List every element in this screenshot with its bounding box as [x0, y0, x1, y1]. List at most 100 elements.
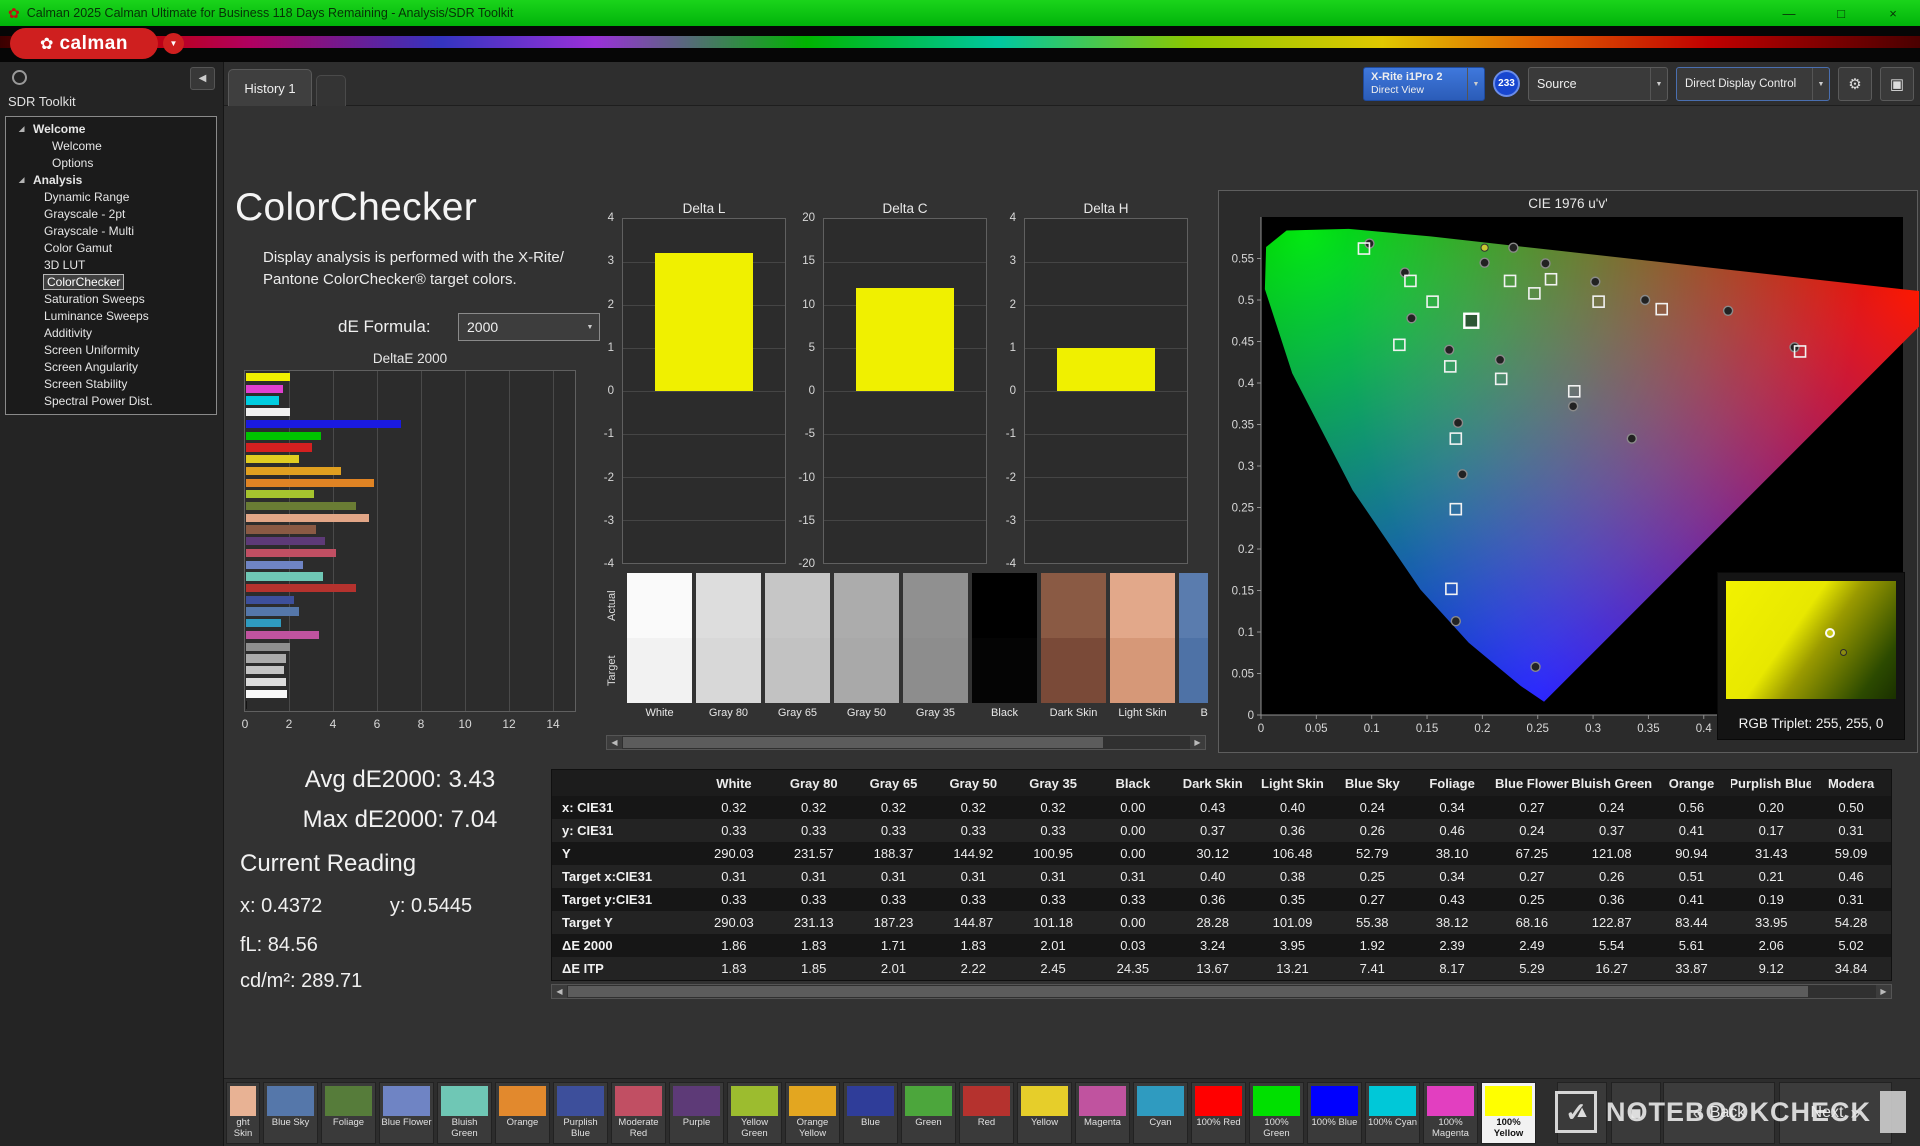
patch-button-100-blue[interactable]: 100% Blue: [1307, 1082, 1362, 1144]
scroll-left-button[interactable]: ◀: [607, 736, 622, 749]
target-swatch: [903, 638, 968, 703]
maximize-button[interactable]: □: [1832, 6, 1850, 21]
scroll-right-button[interactable]: ▶: [1876, 985, 1891, 998]
patch-button-100-yellow[interactable]: 100% Yellow: [1481, 1082, 1536, 1144]
swatch-scrollbar[interactable]: ◀ ▶: [606, 735, 1206, 750]
window-layout-button[interactable]: ▣: [1880, 67, 1914, 101]
current-x: x: 0.4372: [240, 895, 322, 917]
patch-button-yellow[interactable]: Yellow: [1017, 1082, 1072, 1144]
patch-button-ght-skin[interactable]: ght Skin: [226, 1082, 260, 1144]
next-button[interactable]: Next »: [1779, 1082, 1892, 1144]
source-dropdown[interactable]: Source ▼: [1528, 67, 1668, 101]
sidebar-item-luminance-sweeps[interactable]: Luminance Sweeps: [6, 308, 216, 325]
sidebar-item-options[interactable]: Options: [6, 155, 216, 172]
sidebar-item-welcome[interactable]: Welcome: [6, 138, 216, 155]
table-cell: 0.56: [1652, 796, 1732, 819]
sidebar-item-screen-stability[interactable]: Screen Stability: [6, 376, 216, 393]
sidebar-item-grayscale-2pt[interactable]: Grayscale - 2pt: [6, 206, 216, 223]
deltae-bar-orange-yellow: [246, 467, 341, 475]
patch-button-100-magenta[interactable]: 100% Magenta: [1423, 1082, 1478, 1144]
scroll-right-button[interactable]: ▶: [1190, 736, 1205, 749]
minimize-button[interactable]: —: [1780, 6, 1798, 21]
axis-tick-label: 2: [1010, 299, 1016, 311]
deltae-bar-100-green: [246, 432, 321, 440]
patch-swatch: [1079, 1086, 1126, 1116]
arrow-left-icon: ◀: [556, 987, 562, 996]
deltae-bar-blue-sky: [246, 607, 299, 615]
patch-swatch: [963, 1086, 1010, 1116]
sidebar-item-saturation-sweeps[interactable]: Saturation Sweeps: [6, 291, 216, 308]
logo-dropdown-button[interactable]: ▼: [163, 33, 184, 54]
scrollbar-thumb[interactable]: [568, 986, 1808, 997]
table-cell: 0.40: [1253, 796, 1333, 819]
tree-expander-icon[interactable]: ◢: [19, 172, 24, 189]
sidebar-item-screen-angularity[interactable]: Screen Angularity: [6, 359, 216, 376]
patch-button-purplish-blue[interactable]: Purplish Blue: [553, 1082, 608, 1144]
strip-expand-button[interactable]: ▲: [1557, 1082, 1607, 1144]
new-tab-button[interactable]: [316, 75, 346, 106]
tree-expander-icon[interactable]: ◢: [19, 121, 24, 138]
sidebar: ◀ SDR Toolkit ◢WelcomeWelcomeOptions◢Ana…: [0, 62, 224, 1146]
patch-button-moderate-red[interactable]: Moderate Red: [611, 1082, 666, 1144]
meter-name: X-Rite i1Pro 2: [1371, 71, 1467, 85]
target-swatch: [972, 638, 1037, 703]
settings-button[interactable]: ⚙: [1838, 67, 1872, 101]
tab-history-1[interactable]: History 1: [228, 69, 312, 106]
patch-swatch: [267, 1086, 314, 1116]
sidebar-item-spectral-power-dist[interactable]: Spectral Power Dist.: [6, 393, 216, 410]
deltae-bar-100-blue: [246, 420, 401, 428]
patch-button-orange[interactable]: Orange: [495, 1082, 550, 1144]
measured-point: [1454, 418, 1463, 427]
close-button[interactable]: ×: [1884, 6, 1902, 21]
sidebar-item-3d-lut[interactable]: 3D LUT: [6, 257, 216, 274]
patch-button-purple[interactable]: Purple: [669, 1082, 724, 1144]
sidebar-item-color-gamut[interactable]: Color Gamut: [6, 240, 216, 257]
de-formula-label: dE Formula:: [338, 317, 431, 337]
patch-button-foliage[interactable]: Foliage: [321, 1082, 376, 1144]
sidebar-item-welcome[interactable]: ◢Welcome: [6, 121, 216, 138]
patch-button-magenta[interactable]: Magenta: [1075, 1082, 1130, 1144]
sidebar-collapse-button[interactable]: ◀: [190, 67, 215, 90]
sidebar-item-analysis[interactable]: ◢Analysis: [6, 172, 216, 189]
scroll-left-button[interactable]: ◀: [552, 985, 567, 998]
pattern-window-button[interactable]: ■: [1611, 1082, 1661, 1144]
sidebar-item-additivity[interactable]: Additivity: [6, 325, 216, 342]
sidebar-round-button[interactable]: [12, 70, 27, 85]
patch-button-blue-flower[interactable]: Blue Flower: [379, 1082, 434, 1144]
deltae-chart: [244, 370, 576, 712]
deltae-bar-blue-flower: [246, 561, 303, 569]
scrollbar-thumb[interactable]: [623, 737, 1103, 748]
patch-button-orange-yellow[interactable]: Orange Yellow: [785, 1082, 840, 1144]
table-cell: 0.00: [1093, 819, 1173, 842]
svg-text:0.55: 0.55: [1232, 254, 1254, 266]
patch-button-100-cyan[interactable]: 100% Cyan: [1365, 1082, 1420, 1144]
patch-button-blue[interactable]: Blue: [843, 1082, 898, 1144]
patch-button-100-red[interactable]: 100% Red: [1191, 1082, 1246, 1144]
sidebar-item-dynamic-range[interactable]: Dynamic Range: [6, 189, 216, 206]
rainbow-strip: [0, 36, 1920, 48]
axis-tick-label: 5: [809, 342, 815, 354]
patch-button-bluish-green[interactable]: Bluish Green: [437, 1082, 492, 1144]
table-row-e-2000: ΔE 20001.861.831.711.832.010.033.243.951…: [552, 934, 1891, 957]
calman-logo[interactable]: ✿ calman: [10, 28, 158, 59]
deltae-bar-100-red: [246, 443, 312, 451]
de-formula-select[interactable]: 2000 ▼: [458, 313, 600, 341]
patch-button-green[interactable]: Green: [901, 1082, 956, 1144]
table-cell: 9.12: [1731, 957, 1811, 980]
patch-button-yellow-green[interactable]: Yellow Green: [727, 1082, 782, 1144]
back-button[interactable]: « Back: [1663, 1082, 1775, 1144]
row-label: Y: [552, 842, 694, 865]
axis-tick-label: 4: [608, 212, 614, 224]
patch-button-red[interactable]: Red: [959, 1082, 1014, 1144]
window-controls: — □ ×: [1780, 6, 1912, 21]
meter-dropdown[interactable]: X-Rite i1Pro 2 Direct View ▼: [1363, 67, 1485, 101]
patch-button-blue-sky[interactable]: Blue Sky: [263, 1082, 318, 1144]
sidebar-item-colorchecker[interactable]: ColorChecker: [6, 274, 216, 291]
table-scrollbar[interactable]: ◀ ▶: [551, 984, 1892, 999]
sidebar-item-screen-uniformity[interactable]: Screen Uniformity: [6, 342, 216, 359]
patch-button-cyan[interactable]: Cyan: [1133, 1082, 1188, 1144]
display-control-dropdown[interactable]: Direct Display Control ▼: [1676, 67, 1830, 101]
patch-button-100-green[interactable]: 100% Green: [1249, 1082, 1304, 1144]
table-cell: 2.49: [1492, 934, 1572, 957]
sidebar-item-grayscale-multi[interactable]: Grayscale - Multi: [6, 223, 216, 240]
